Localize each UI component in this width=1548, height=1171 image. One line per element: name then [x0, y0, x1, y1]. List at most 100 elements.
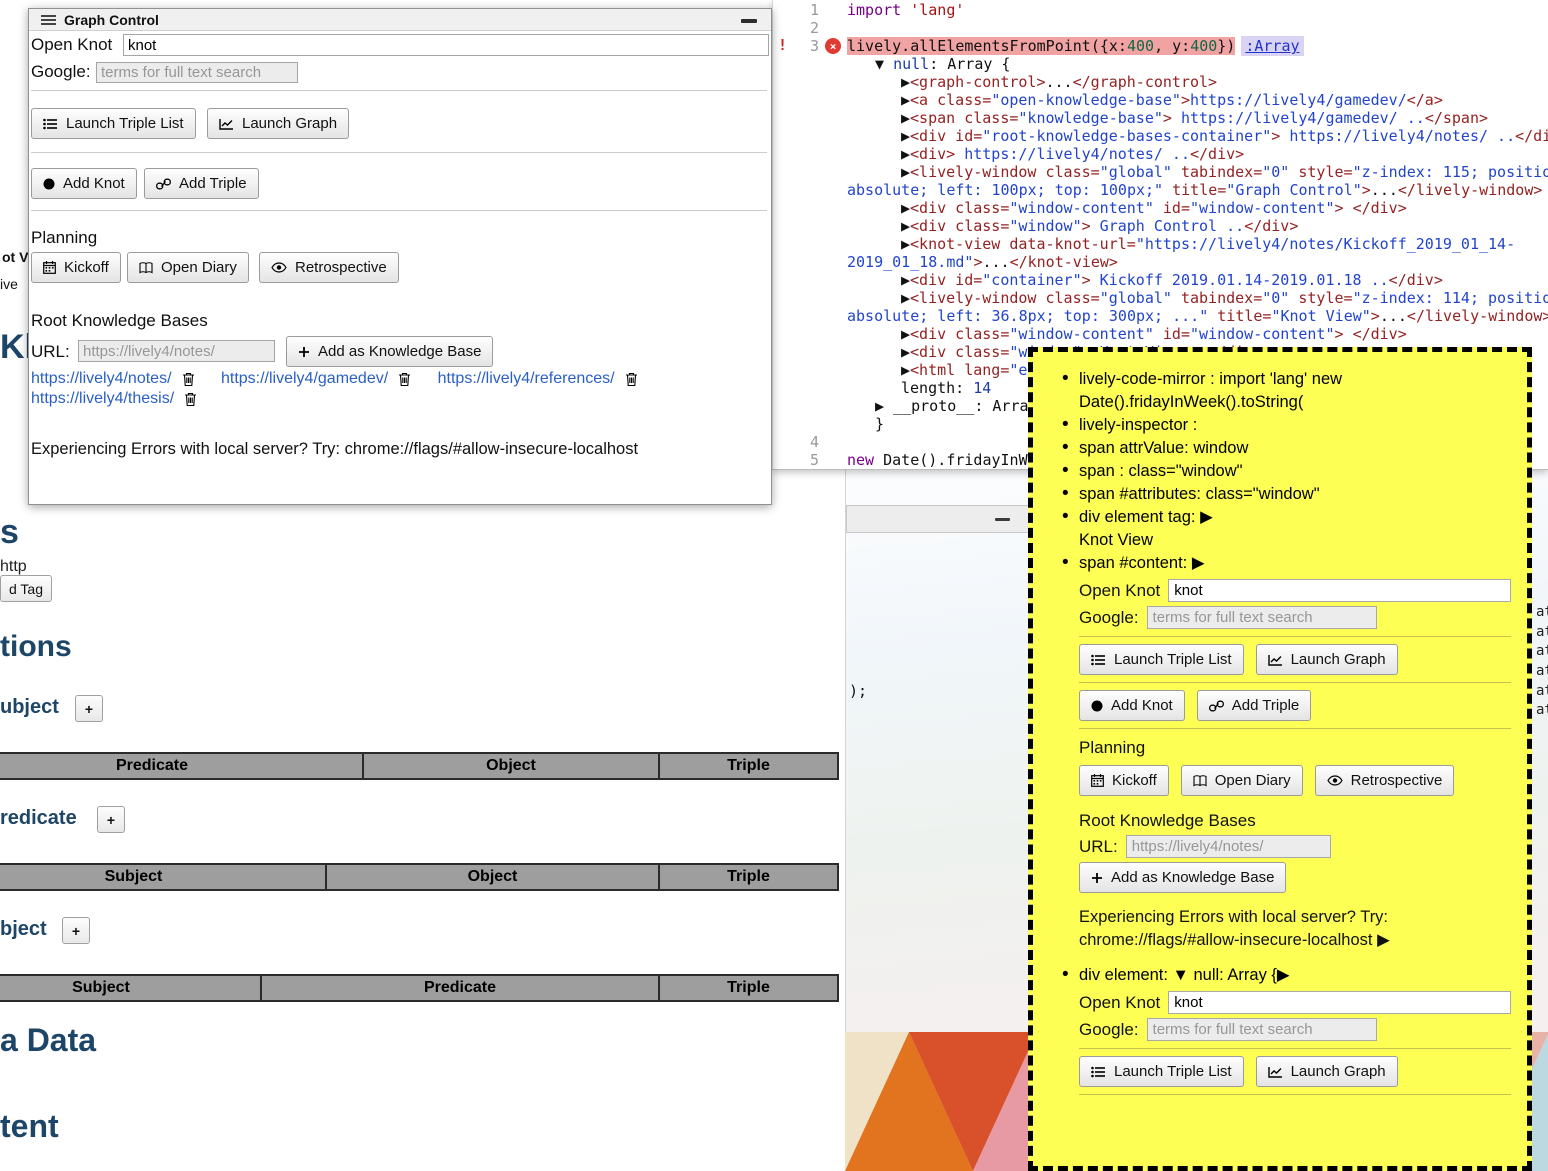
overlay-item-code-mirror: lively-code-mirror : import 'lang' new D… [1059, 368, 1511, 414]
inspector-line[interactable]: ▶<div class="window-content" id="window-… [847, 325, 1548, 343]
clipped-heading-s: s [0, 513, 19, 552]
debug-overlay: lively-code-mirror : import 'lang' new D… [1028, 347, 1532, 1171]
table-header-predicate: Predicate [261, 975, 659, 1001]
inspector-line[interactable]: 2019_01_18.md">...</knot-view> [847, 253, 1548, 271]
value-text: "z-index: 115; position: [1353, 163, 1548, 181]
add-object-button[interactable]: + [62, 917, 90, 944]
add-knot-button[interactable]: Add Knot [1079, 690, 1185, 721]
book-icon [1193, 775, 1207, 787]
add-subject-button[interactable]: + [75, 695, 103, 722]
background-window-titlebar[interactable] [846, 505, 1029, 533]
inspector-line[interactable]: ▶<div class="window"> Graph Control ..</… [847, 217, 1548, 235]
expand-row[interactable]: div element tag: ▶ [1079, 508, 1213, 526]
add-knowledge-base-button[interactable]: Add as Knowledge Base [1079, 862, 1286, 893]
calendar-icon [1091, 774, 1104, 787]
add-knowledge-base-button[interactable]: Add as Knowledge Base [286, 336, 493, 367]
open-knot-input[interactable] [1168, 991, 1511, 1014]
code-line-5[interactable]: new Date().fridayInW [847, 451, 1028, 469]
knowledge-base-link[interactable]: https://lively4/notes/ [31, 370, 172, 388]
graph-control-titlebar[interactable]: Graph Control [29, 9, 771, 31]
google-search-input[interactable] [96, 62, 298, 83]
trash-icon[interactable] [184, 392, 197, 407]
tag-text: <div id= [910, 271, 982, 289]
open-knot-input[interactable] [1168, 579, 1511, 602]
root-knowledge-bases-label: Root Knowledge Bases [31, 311, 208, 331]
value-text: "knowledge-base" [1018, 109, 1163, 127]
code-line-1[interactable]: import 'lang' [847, 1, 964, 19]
retrospective-button[interactable]: Retrospective [1315, 765, 1455, 796]
launch-triple-list-button[interactable]: Launch Triple List [1079, 644, 1244, 675]
code-line-3[interactable]: lively.allElementsFromPoint({x:400, y:40… [847, 37, 1304, 55]
inspector-line[interactable]: ▶<div id="root-knowledge-bases-container… [847, 127, 1548, 145]
knowledge-base-link[interactable]: https://lively4/thesis/ [31, 390, 174, 408]
tag-text: </div> [1353, 325, 1407, 343]
open-knot-input[interactable] [123, 34, 769, 56]
inspector-line[interactable]: ▶<lively-window class="global" tabindex=… [847, 163, 1548, 181]
launch-triple-list-button[interactable]: Launch Triple List [31, 108, 196, 139]
trash-icon[interactable] [182, 372, 195, 387]
launch-graph-button[interactable]: Launch Graph [1256, 644, 1398, 675]
tag-text: </knot-view> [1010, 253, 1118, 271]
overlay-item-div-element-tag[interactable]: div element tag: ▶ Knot View [1059, 506, 1511, 552]
inspector-line[interactable]: ▶<div id="container"> Kickoff 2019.01.14… [847, 271, 1548, 289]
overlay-item-span-attrvalue: span attrValue: window [1059, 437, 1511, 460]
inspector-line[interactable]: ▼ null: Array { [847, 55, 1548, 73]
tag-text: </lively-window> [1398, 181, 1543, 199]
inspector-line[interactable]: ▶<graph-control>...</graph-control> [847, 73, 1548, 91]
kickoff-button[interactable]: Kickoff [31, 252, 121, 283]
plain-text: ▶ [901, 343, 910, 361]
add-tag-button[interactable]: d Tag [0, 575, 52, 602]
add-triple-button[interactable]: Add Triple [144, 168, 259, 199]
inspector-line[interactable]: ▶<knot-view data-knot-url="https://livel… [847, 235, 1548, 253]
clipped-window-title-fragment: ot V [2, 249, 28, 265]
table-header-subject: Subject [0, 864, 326, 890]
open-diary-button[interactable]: Open Diary [1181, 765, 1303, 796]
add-knot-button[interactable]: Add Knot [31, 168, 137, 199]
value-text: https://lively4/notes/ .. [1280, 127, 1515, 145]
retrospective-button[interactable]: Retrospective [259, 252, 399, 283]
launch-triple-list-button[interactable]: Launch Triple List [1079, 1056, 1244, 1087]
inspector-line[interactable]: ▶<div class="window-content" id="window-… [847, 199, 1548, 217]
add-triple-button[interactable]: Add Triple [1197, 690, 1312, 721]
overlay-item-span-content[interactable]: span #content: ▶ [1059, 552, 1511, 575]
trash-icon[interactable] [625, 372, 638, 387]
inspector-line[interactable]: ▶<span class="knowledge-base"> https://l… [847, 109, 1548, 127]
kickoff-button[interactable]: Kickoff [1079, 765, 1169, 796]
tag-text: </graph-control> [1073, 73, 1218, 91]
trash-icon[interactable] [398, 372, 411, 387]
knowledge-base-link[interactable]: https://lively4/references/ [438, 370, 615, 388]
value-text: "open-knowledge-base" [991, 91, 1181, 109]
table-header-predicate: Predicate [0, 753, 363, 779]
tag-text: > [1271, 127, 1280, 145]
line-number: 5 [793, 451, 819, 469]
launch-graph-button[interactable]: Launch Graph [1256, 1056, 1398, 1087]
google-search-input[interactable] [1147, 1018, 1377, 1041]
result-annotation[interactable]: :Array [1241, 36, 1303, 56]
overlay-item-div-element-array[interactable]: div element: ▼ null: Array {▶ [1059, 964, 1511, 987]
minimize-icon[interactable] [995, 518, 1010, 521]
book-icon [139, 262, 153, 274]
value-text: "window" [1009, 217, 1081, 235]
knowledge-base-url-input[interactable] [1126, 835, 1331, 858]
inspector-line[interactable]: ▶<a class="open-knowledge-base">https://… [847, 91, 1548, 109]
inspector-line[interactable]: ▶<lively-window class="global" tabindex=… [847, 289, 1548, 307]
graph-control-replica: Open Knot Google: Launch Triple List Lau… [1079, 991, 1511, 1095]
value-text: "Graph Control" [1226, 181, 1361, 199]
add-predicate-button[interactable]: + [97, 806, 125, 833]
menu-icon[interactable] [41, 14, 56, 26]
button-label: Launch Triple List [66, 115, 184, 132]
google-search-input[interactable] [1147, 606, 1377, 629]
knowledge-base-url-input[interactable] [78, 340, 275, 362]
inspector-line[interactable]: ▶<div> https://lively4/notes/ ..</div> [847, 145, 1548, 163]
inspector-line[interactable]: absolute; left: 100px; top: 100px;" titl… [847, 181, 1548, 199]
inspector-line[interactable]: absolute; left: 36.8px; top: 300px; ..."… [847, 307, 1548, 325]
tag-text: </div> [1190, 145, 1244, 163]
minimize-button[interactable] [741, 19, 757, 23]
expand-triangle[interactable]: ▶ [1377, 931, 1390, 949]
open-diary-button[interactable]: Open Diary [127, 252, 249, 283]
knowledge-base-link[interactable]: https://lively4/gamedev/ [221, 370, 388, 388]
clipped-stack-line: at [1536, 624, 1548, 640]
overlay-item-span-class: span : class="window" [1059, 460, 1511, 483]
number-literal: 400 [1190, 37, 1217, 55]
launch-graph-button[interactable]: Launch Graph [207, 108, 349, 139]
